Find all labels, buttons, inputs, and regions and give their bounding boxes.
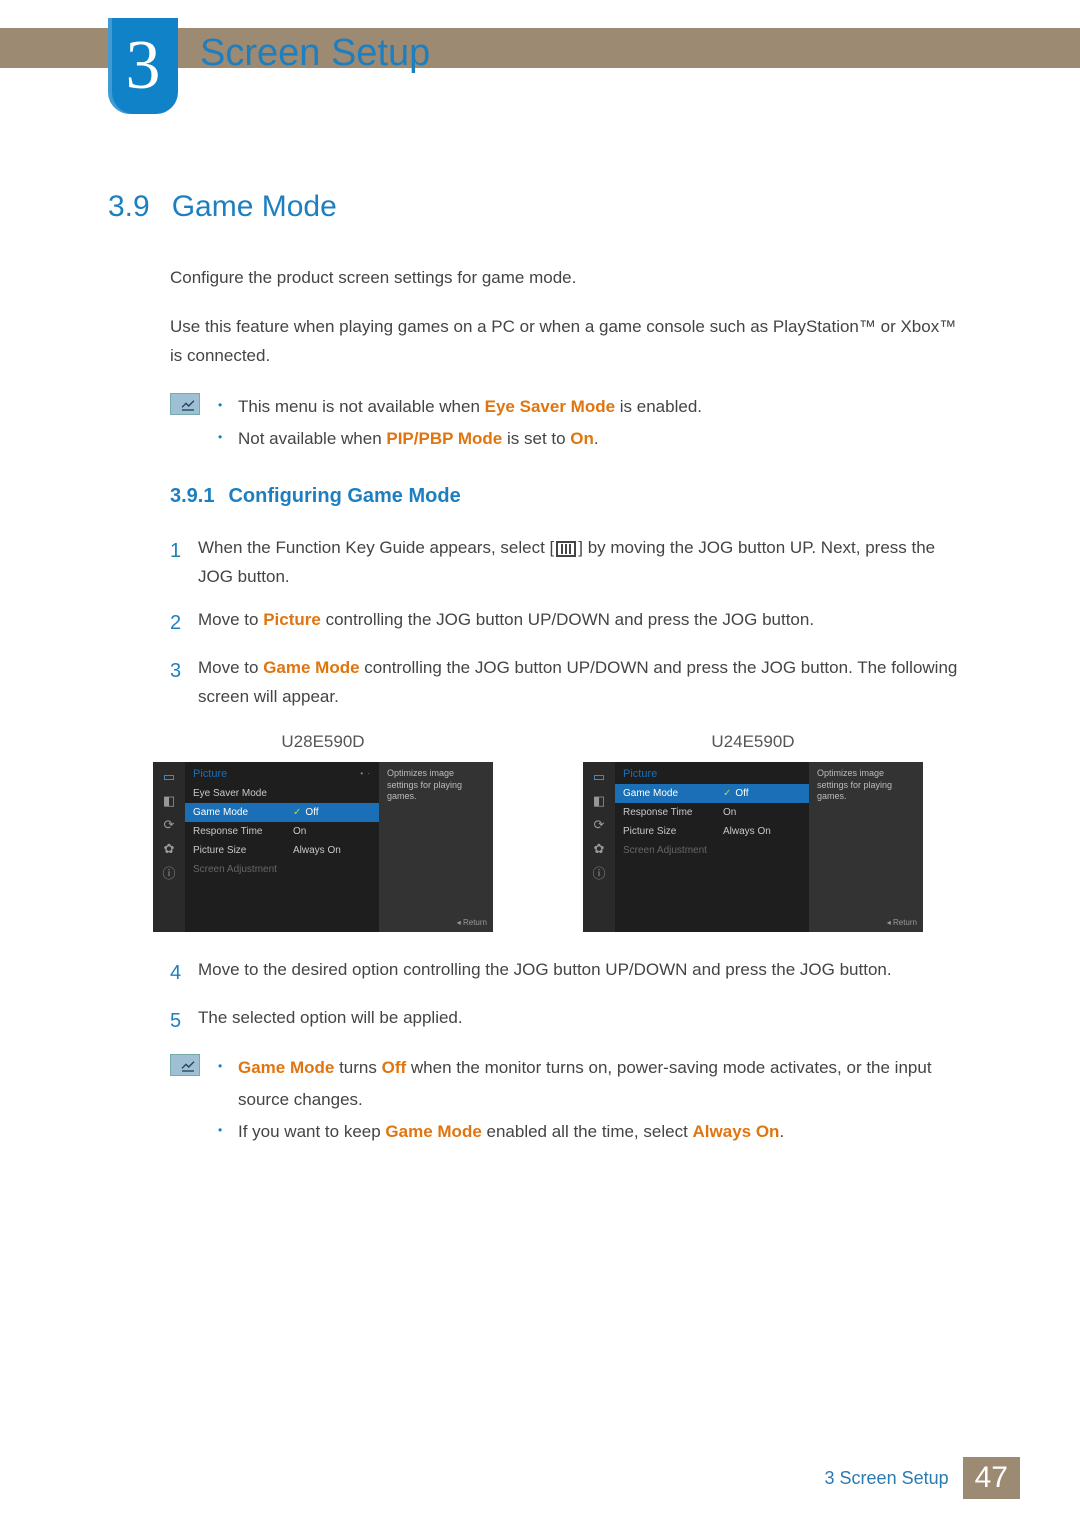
osd-side-icons: ▭ ◧ ⟳ ✿ ⓘ bbox=[153, 762, 185, 932]
osd-menu-item: Game Mode✓Off bbox=[615, 784, 809, 803]
section-number: 3.9 bbox=[108, 190, 150, 223]
onscreen-icon: ⟳ bbox=[160, 818, 178, 832]
osd-screenshots-row: U28E590D ▭ ◧ ⟳ ✿ ⓘ Picture • · Eye Saver … bbox=[108, 732, 968, 932]
step-3: Move to Game Mode controlling the JOG bu… bbox=[198, 654, 968, 712]
osd-desc: Optimizes image settings for playing gam… bbox=[387, 768, 462, 801]
step-5: The selected option will be applied. bbox=[198, 1004, 968, 1038]
note1-item1: This menu is not available when Eye Save… bbox=[218, 391, 702, 423]
page-content: 3.9 Game Mode Configure the product scree… bbox=[108, 190, 968, 1179]
osd-menu-item: Response TimeOn bbox=[185, 822, 379, 841]
osd-menu-item: Screen Adjustment bbox=[615, 841, 809, 860]
osd-right: ▭ ◧ ⟳ ✿ ⓘ Picture Game Mode✓OffResponse … bbox=[583, 762, 923, 932]
onscreen-icon: ⟳ bbox=[590, 818, 608, 832]
osd-left: ▭ ◧ ⟳ ✿ ⓘ Picture • · Eye Saver ModeGame … bbox=[153, 762, 493, 932]
note1-item2: Not available when PIP/PBP Mode is set t… bbox=[218, 423, 702, 455]
section-heading: 3.9 Game Mode bbox=[108, 190, 968, 224]
note2-item1: Game Mode turns Off when the monitor tur… bbox=[218, 1052, 968, 1117]
note-icon bbox=[170, 1054, 200, 1076]
info-icon: ⓘ bbox=[590, 866, 608, 880]
step-num-2: 2 bbox=[170, 606, 198, 640]
osd-header: Picture bbox=[623, 768, 657, 780]
chapter-title: Screen Setup bbox=[200, 32, 430, 75]
subsection-number: 3.9.1 bbox=[170, 485, 214, 507]
footer-label: 3 Screen Setup bbox=[811, 1460, 963, 1497]
subsection-title: Configuring Game Mode bbox=[228, 485, 460, 507]
menu-icon bbox=[556, 541, 576, 557]
osd-menu-item: Response TimeOn bbox=[615, 803, 809, 822]
note-block-1: This menu is not available when Eye Save… bbox=[170, 391, 968, 456]
settings-icon: ✿ bbox=[590, 842, 608, 856]
step-4: Move to the desired option controlling t… bbox=[198, 956, 968, 990]
osd-return: ◂ Return bbox=[887, 918, 917, 928]
steps-list: 1When the Function Key Guide appears, se… bbox=[170, 534, 968, 712]
picture-icon: ▭ bbox=[160, 770, 178, 784]
settings-icon: ✿ bbox=[160, 842, 178, 856]
step-num-4: 4 bbox=[170, 956, 198, 990]
pip-icon: ◧ bbox=[160, 794, 178, 808]
intro-para-2: Use this feature when playing games on a… bbox=[170, 313, 968, 371]
subsection-heading: 3.9.1 Configuring Game Mode bbox=[170, 485, 968, 508]
osd-menu-item: Game Mode✓Off bbox=[185, 803, 379, 822]
osd-header: Picture bbox=[193, 768, 227, 780]
page-number: 47 bbox=[963, 1457, 1020, 1499]
osd-side-icons: ▭ ◧ ⟳ ✿ ⓘ bbox=[583, 762, 615, 932]
chapter-number: 3 bbox=[126, 26, 161, 106]
note2-item2: If you want to keep Game Mode enabled al… bbox=[218, 1116, 968, 1148]
picture-icon: ▭ bbox=[590, 770, 608, 784]
osd-menu-item: Screen Adjustment bbox=[185, 860, 379, 879]
step-num-3: 3 bbox=[170, 654, 198, 712]
osd-menu-item: Eye Saver Mode bbox=[185, 784, 379, 803]
osd-label-left: U28E590D bbox=[118, 732, 528, 752]
step-num-5: 5 bbox=[170, 1004, 198, 1038]
steps-cont: 4Move to the desired option controlling … bbox=[170, 956, 968, 1038]
intro-para-1: Configure the product screen settings fo… bbox=[170, 264, 968, 293]
osd-menu-item: Picture SizeAlways On bbox=[615, 822, 809, 841]
page-footer: 3 Screen Setup 47 bbox=[811, 1457, 1020, 1499]
osd-return: ◂ Return bbox=[457, 918, 487, 928]
osd-right-items: Game Mode✓OffResponse TimeOnPicture Size… bbox=[615, 784, 809, 860]
page-indicator: • · bbox=[360, 769, 371, 778]
osd-desc: Optimizes image settings for playing gam… bbox=[817, 768, 892, 801]
note-icon bbox=[170, 393, 200, 415]
step-num-1: 1 bbox=[170, 534, 198, 592]
chapter-badge: 3 bbox=[108, 18, 178, 114]
osd-menu-item: Picture SizeAlways On bbox=[185, 841, 379, 860]
note-block-2: Game Mode turns Off when the monitor tur… bbox=[170, 1052, 968, 1149]
step-2: Move to Picture controlling the JOG butt… bbox=[198, 606, 968, 640]
pip-icon: ◧ bbox=[590, 794, 608, 808]
section-title: Game Mode bbox=[172, 190, 337, 223]
info-icon: ⓘ bbox=[160, 866, 178, 880]
step-1: When the Function Key Guide appears, sel… bbox=[198, 534, 968, 592]
osd-left-items: Eye Saver ModeGame Mode✓OffResponse Time… bbox=[185, 784, 379, 879]
osd-label-right: U24E590D bbox=[548, 732, 958, 752]
